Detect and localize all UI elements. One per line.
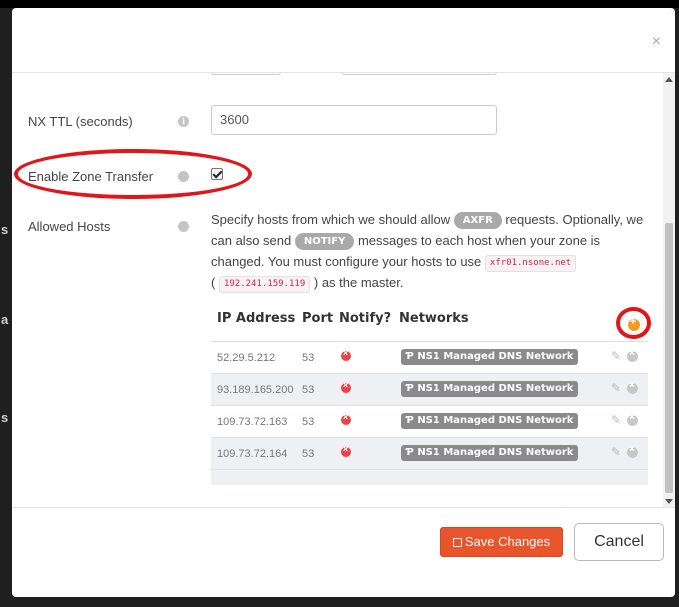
nx-ttl-label: NX TTL (seconds): [28, 114, 133, 129]
background-letter: a: [1, 312, 9, 327]
allowed-hosts-label: Allowed Hosts: [28, 219, 111, 234]
allowed-hosts-description: Specify hosts from which we should allow…: [211, 209, 651, 293]
master-ip-code: 192.241.159.119: [218, 276, 311, 293]
save-label: Save Changes: [464, 534, 551, 549]
remove-icon[interactable]: [627, 348, 638, 362]
port-cell: 53: [302, 448, 315, 460]
background-letter: s: [1, 410, 9, 425]
table-row: 52.29.5.212 53 Ƥ NS1 Managed DNS Network…: [211, 341, 648, 373]
backdrop-top: [0, 0, 679, 8]
network-badge: Ƥ NS1 Managed DNS Network: [401, 413, 579, 429]
notify-icon[interactable]: [341, 348, 351, 361]
table-row: 109.73.72.163 53 Ƥ NS1 Managed DNS Netwo…: [211, 405, 648, 437]
notify-icon[interactable]: [341, 412, 351, 425]
background-letter: s: [1, 222, 9, 237]
port-cell: 53: [302, 352, 315, 364]
network-badge: Ƥ NS1 Managed DNS Network: [401, 445, 579, 461]
port-cell: 53: [302, 416, 315, 428]
scroll-thumb[interactable]: [665, 223, 673, 493]
save-changes-button[interactable]: Save Changes: [440, 527, 563, 557]
notify-icon[interactable]: [341, 444, 351, 457]
master-hostname-code: xfr01.nsone.net: [484, 255, 577, 272]
network-icon: Ƥ: [406, 383, 414, 394]
ip-cell: 109.73.72.164: [217, 448, 288, 460]
table-body: 52.29.5.212 53 Ƥ NS1 Managed DNS Network…: [211, 341, 648, 485]
modal-footer: Save Changes Cancel: [12, 507, 675, 597]
table-row: 93.189.165.200 53 Ƥ NS1 Managed DNS Netw…: [211, 373, 648, 405]
column-header-notify: Notify?: [339, 311, 392, 326]
remove-icon[interactable]: [627, 412, 638, 426]
network-icon: Ƥ: [406, 447, 414, 458]
ip-cell: 93.189.165.200: [217, 384, 294, 396]
network-name: NS1 Managed DNS Network: [417, 447, 574, 458]
network-icon: Ƥ: [406, 351, 414, 362]
info-icon[interactable]: i: [178, 116, 189, 127]
description-text: Specify hosts from which we should allow: [211, 212, 451, 227]
remove-icon[interactable]: [627, 444, 638, 458]
edit-icon[interactable]: ✎: [611, 445, 621, 459]
network-name: NS1 Managed DNS Network: [417, 415, 574, 426]
save-icon: [452, 538, 462, 547]
description-text: (: [211, 275, 216, 290]
port-cell: 53: [302, 384, 315, 396]
scroll-down-arrow[interactable]: [665, 499, 673, 504]
edit-zone-modal: × NX TTL (seconds) i 3600 Enable Zone Tr…: [12, 8, 675, 597]
edit-icon[interactable]: ✎: [611, 413, 621, 427]
previous-field-input[interactable]: [341, 73, 497, 75]
edit-icon[interactable]: ✎: [611, 349, 621, 363]
previous-field-input[interactable]: [211, 73, 281, 75]
axfr-pill: AXFR: [453, 212, 502, 229]
highlight-annotation-ellipse: [616, 307, 651, 339]
column-header-ip: IP Address: [217, 311, 296, 326]
nx-ttl-input[interactable]: 3600: [211, 105, 497, 135]
scroll-up-arrow[interactable]: [665, 77, 673, 82]
network-name: NS1 Managed DNS Network: [417, 351, 574, 362]
network-badge: Ƥ NS1 Managed DNS Network: [401, 381, 579, 397]
column-header-networks: Networks: [399, 311, 469, 326]
network-name: NS1 Managed DNS Network: [417, 383, 574, 394]
edit-icon[interactable]: ✎: [611, 381, 621, 395]
remove-icon[interactable]: [627, 380, 638, 394]
network-icon: Ƥ: [406, 415, 414, 426]
description-text: ) as the master.: [313, 275, 404, 290]
cancel-button[interactable]: Cancel: [574, 523, 664, 561]
network-badge: Ƥ NS1 Managed DNS Network: [401, 349, 579, 365]
info-icon[interactable]: [178, 221, 189, 232]
highlight-annotation-ellipse: [14, 149, 252, 199]
scrollbar[interactable]: [663, 73, 675, 507]
table-footer: [211, 469, 648, 485]
close-icon[interactable]: ×: [652, 34, 661, 50]
notify-pill: NOTIFY: [294, 233, 355, 250]
ip-cell: 109.73.72.163: [217, 416, 288, 428]
modal-body: NX TTL (seconds) i 3600 Enable Zone Tran…: [12, 72, 675, 507]
notify-icon[interactable]: [341, 380, 351, 393]
column-header-port: Port: [302, 311, 334, 326]
ip-cell: 52.29.5.212: [217, 352, 276, 364]
table-row: 109.73.72.164 53 Ƥ NS1 Managed DNS Netwo…: [211, 437, 648, 469]
